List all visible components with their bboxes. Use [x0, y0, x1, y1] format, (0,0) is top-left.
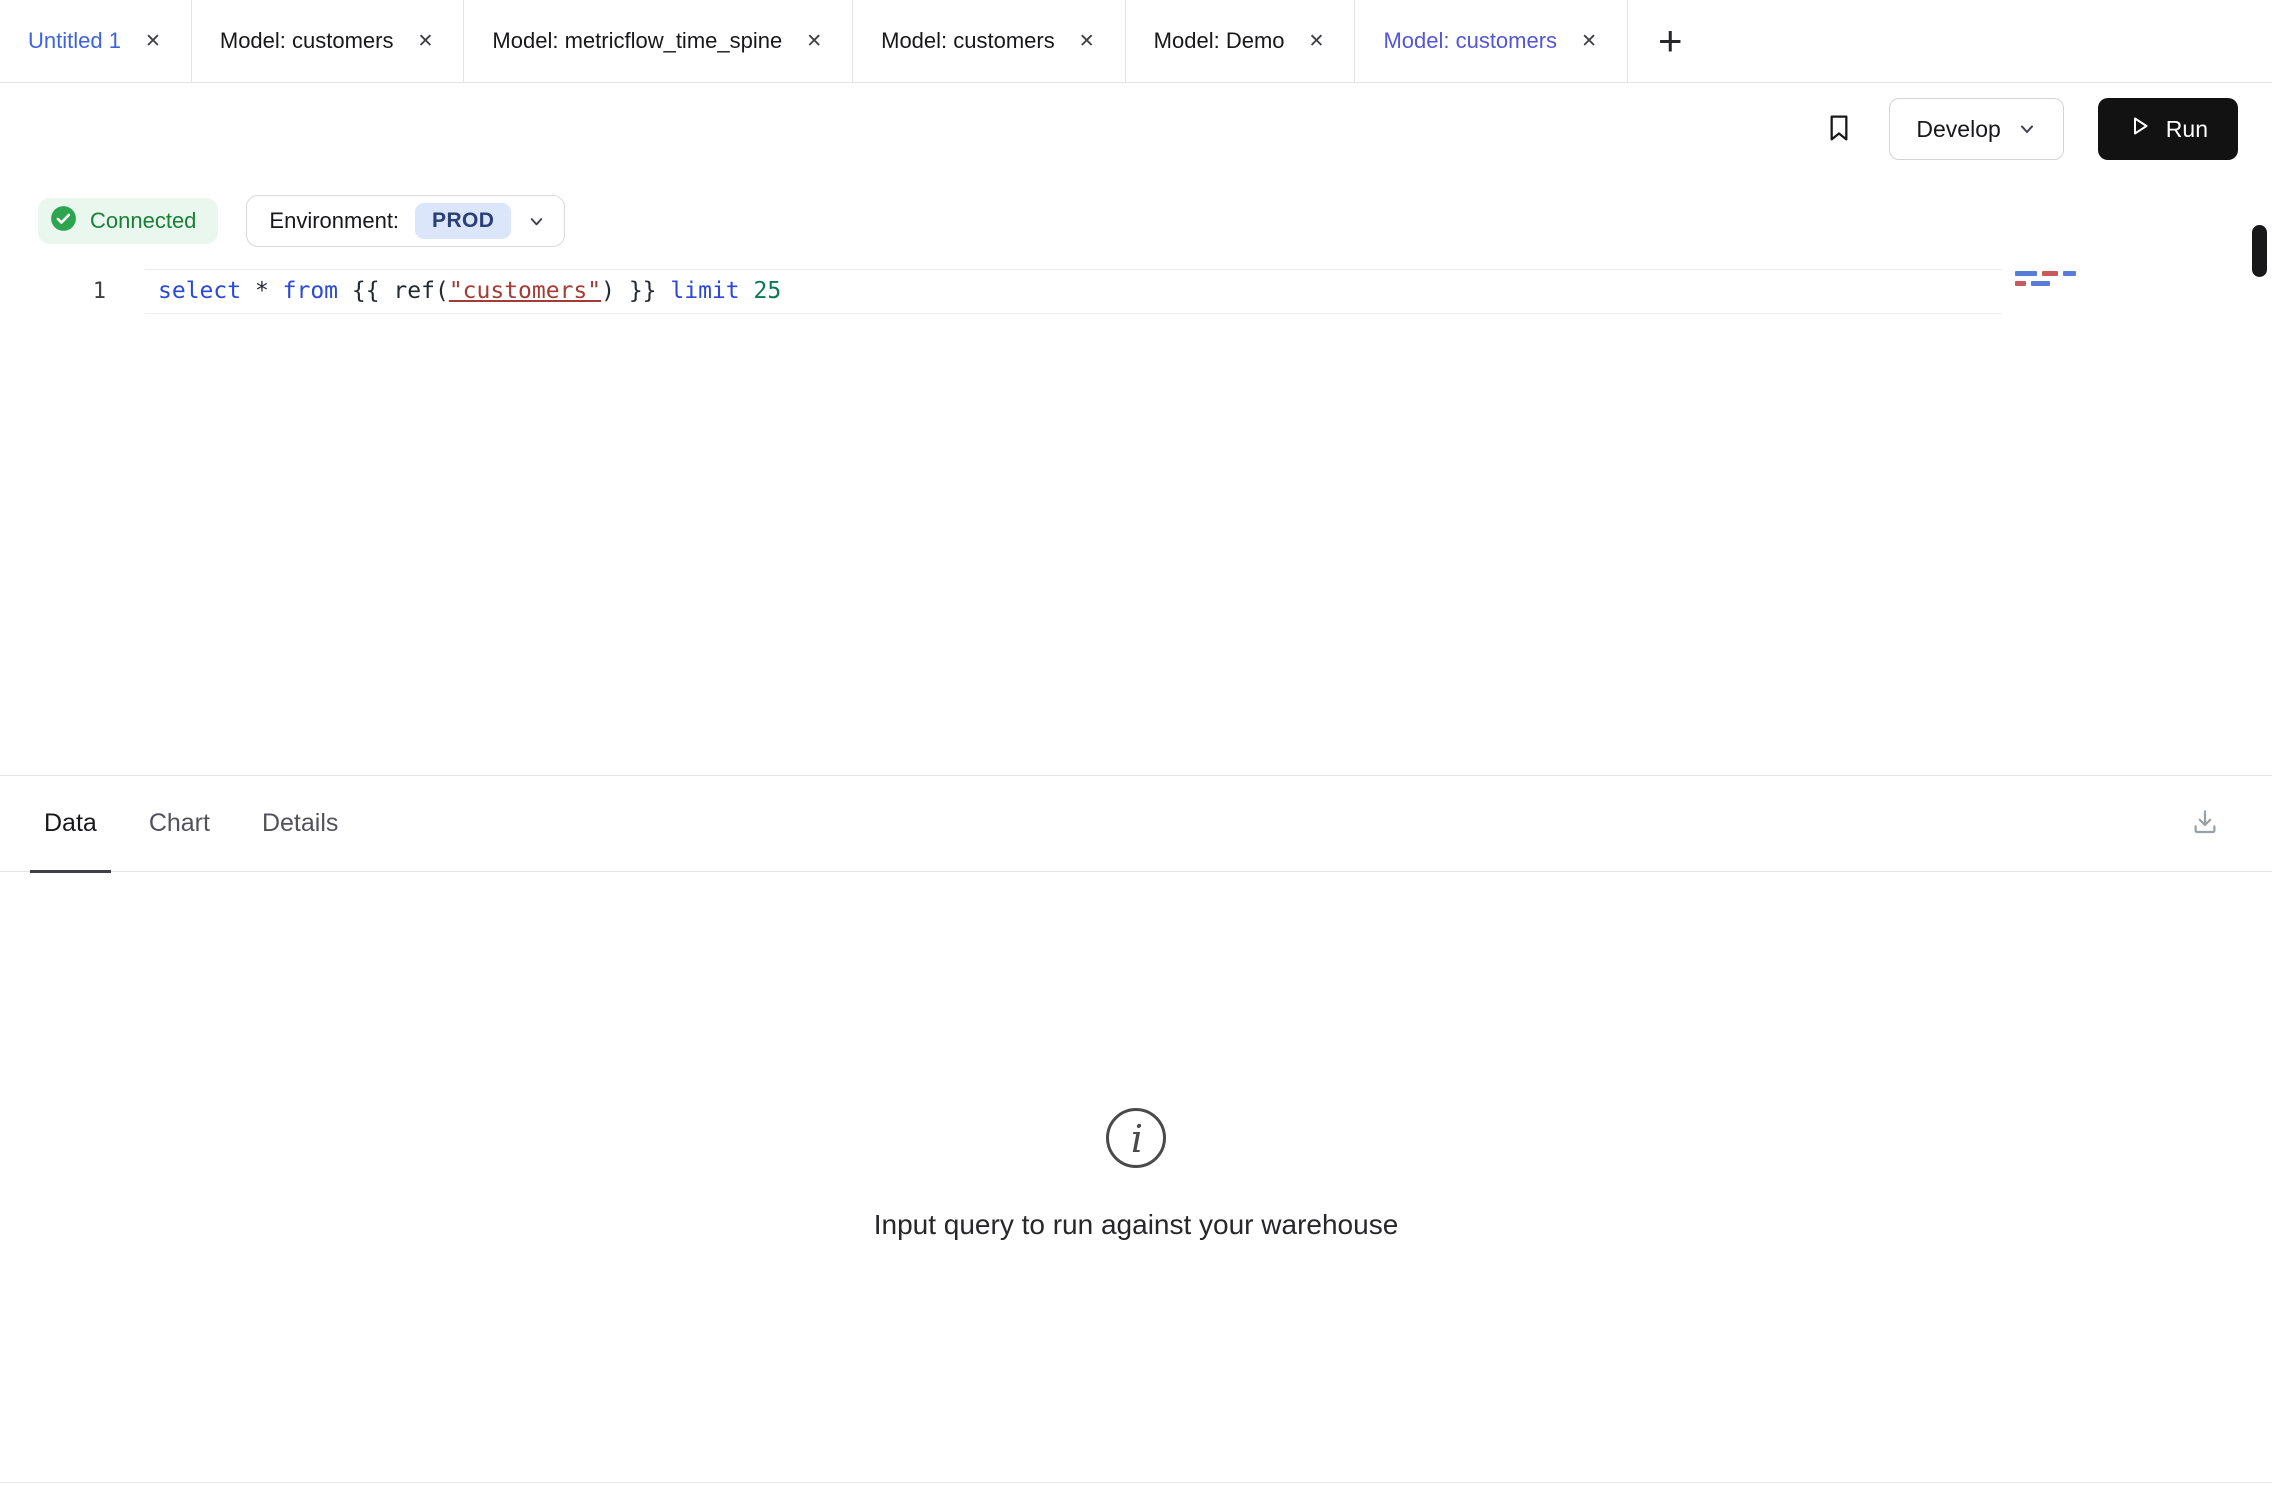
line-number: 1: [93, 279, 106, 304]
minimap-mark: [2063, 271, 2076, 276]
code-token: limit: [670, 278, 739, 304]
minimap-mark: [2015, 281, 2026, 286]
editor-tab-bar: Untitled 1 ✕ Model: customers ✕ Model: m…: [0, 0, 2272, 83]
tab-label: Model: customers: [1383, 28, 1557, 54]
run-label: Run: [2166, 116, 2208, 143]
bookmark-button[interactable]: [1823, 112, 1855, 147]
code-token: [740, 278, 754, 304]
minimap-mark: [2015, 271, 2037, 276]
connection-status-label: Connected: [90, 208, 196, 234]
play-icon: [2128, 114, 2152, 144]
empty-state-message: Input query to run against your warehous…: [874, 1209, 1399, 1241]
code-token: ref(: [393, 278, 448, 304]
environment-selector[interactable]: Environment: PROD: [246, 195, 565, 247]
bottom-divider: [0, 1482, 2272, 1483]
close-tab-icon[interactable]: ✕: [143, 30, 163, 53]
scrollbar-thumb[interactable]: [2252, 225, 2267, 277]
tab-label: Model: customers: [881, 28, 1055, 54]
code-line[interactable]: select * from {{ ref("customers") }} lim…: [145, 269, 2002, 314]
results-tab-bar: Data Chart Details: [0, 776, 2272, 872]
code-token-ref-link[interactable]: "customers": [449, 278, 601, 304]
check-circle-icon: [50, 205, 77, 238]
results-tab-label: Data: [44, 809, 97, 838]
code-token: ) }}: [601, 278, 670, 304]
develop-dropdown[interactable]: Develop: [1889, 98, 2063, 160]
tab-details[interactable]: Details: [248, 776, 352, 871]
close-tab-icon[interactable]: ✕: [1307, 30, 1327, 53]
chevron-down-icon: [2017, 119, 2037, 139]
editor-gutter: 1: [0, 269, 145, 314]
add-tab-button[interactable]: +: [1628, 0, 1713, 82]
tab-label: Untitled 1: [28, 28, 121, 54]
info-icon: i: [1104, 1106, 1168, 1175]
close-tab-icon[interactable]: ✕: [1077, 30, 1097, 53]
environment-badge: PROD: [415, 203, 511, 239]
code-token: from: [283, 278, 338, 304]
empty-state: i Input query to run against your wareho…: [0, 872, 2272, 1241]
status-row: Connected Environment: PROD: [38, 195, 2272, 247]
close-tab-icon[interactable]: ✕: [1579, 30, 1599, 53]
develop-label: Develop: [1916, 116, 2000, 143]
app-window: Untitled 1 ✕ Model: customers ✕ Model: m…: [0, 0, 2272, 1486]
toolbar: Develop Run: [0, 83, 2272, 175]
code-area[interactable]: select * from {{ ref("customers") }} lim…: [145, 269, 2272, 314]
tab-untitled-1[interactable]: Untitled 1 ✕: [0, 0, 192, 82]
environment-label: Environment:: [269, 208, 399, 234]
tab-label: Model: Demo: [1154, 28, 1285, 54]
tab-data[interactable]: Data: [30, 776, 111, 871]
results-tab-label: Details: [262, 809, 338, 838]
results-tab-label: Chart: [149, 809, 210, 838]
sql-editor[interactable]: 1 select * from {{ ref("customers") }} l…: [0, 269, 2272, 774]
tab-model-customers-1[interactable]: Model: customers ✕: [192, 0, 465, 82]
chevron-down-icon: [527, 212, 546, 231]
tab-chart[interactable]: Chart: [135, 776, 224, 871]
results-panel: Data Chart Details i Input query to run …: [0, 775, 2272, 1486]
code-token: 25: [754, 278, 782, 304]
minimap: [2015, 271, 2110, 291]
code-token: *: [241, 278, 283, 304]
download-icon: [2190, 807, 2220, 840]
tab-label: Model: metricflow_time_spine: [492, 28, 782, 54]
close-tab-icon[interactable]: ✕: [416, 30, 436, 53]
tab-model-customers-3[interactable]: Model: customers ✕: [1355, 0, 1628, 82]
code-token: select: [158, 278, 241, 304]
download-button[interactable]: [2190, 807, 2220, 840]
close-tab-icon[interactable]: ✕: [804, 30, 824, 53]
minimap-mark: [2042, 271, 2058, 276]
tab-model-customers-2[interactable]: Model: customers ✕: [853, 0, 1126, 82]
run-button[interactable]: Run: [2098, 98, 2238, 160]
svg-text:i: i: [1131, 1117, 1143, 1161]
bookmark-icon: [1823, 112, 1855, 147]
tab-model-metricflow-time-spine[interactable]: Model: metricflow_time_spine ✕: [464, 0, 853, 82]
connection-status-badge: Connected: [38, 198, 218, 244]
tab-label: Model: customers: [220, 28, 394, 54]
tab-model-demo[interactable]: Model: Demo ✕: [1126, 0, 1356, 82]
code-token: {{: [338, 278, 393, 304]
minimap-mark: [2031, 281, 2050, 286]
